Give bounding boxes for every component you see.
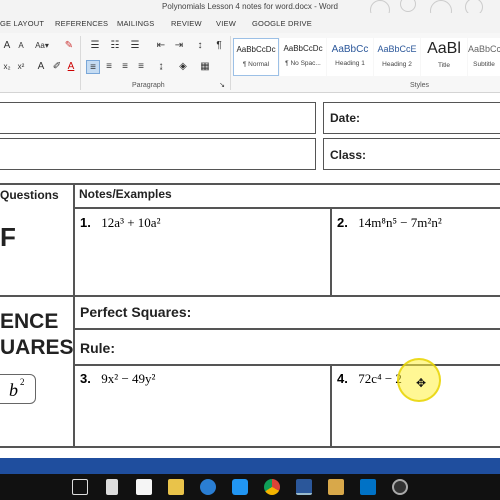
paragraph-group-label: Paragraph <box>132 82 165 89</box>
ie-icon[interactable] <box>232 479 248 495</box>
outlook-icon[interactable] <box>360 479 376 495</box>
superscript-icon[interactable]: x² <box>14 60 28 74</box>
table-bottom-border <box>0 446 500 448</box>
app-icon[interactable] <box>328 479 344 495</box>
increase-indent-icon[interactable]: ⇥ <box>172 39 186 53</box>
record-icon[interactable] <box>392 479 408 495</box>
date-label: Date: <box>330 111 361 125</box>
title-bar: Polynomials Lesson 4 notes for word.docx… <box>0 0 500 22</box>
styles-group-label: Styles <box>410 82 430 89</box>
problem-number: 3. <box>80 371 91 386</box>
clear-format-icon[interactable]: ✎ <box>62 39 76 53</box>
edge-icon[interactable] <box>200 479 216 495</box>
subscript-icon[interactable]: x₂ <box>0 60 14 74</box>
left-word-uares: UARES <box>0 336 74 359</box>
task-view-icon[interactable] <box>72 479 88 495</box>
problem-number: 1. <box>80 215 91 230</box>
date-box[interactable]: Date: <box>323 102 500 134</box>
tab-review[interactable]: REVIEW <box>171 19 202 28</box>
tab-google-drive[interactable]: GOOGLE DRIVE <box>252 19 312 28</box>
shading-icon[interactable]: ◈ <box>176 60 190 74</box>
rule-label: Rule: <box>80 340 115 356</box>
tab-references[interactable]: REFERENCES <box>55 19 108 28</box>
style-heading-1[interactable]: AaBbCc Heading 1 <box>327 38 373 76</box>
show-marks-icon[interactable]: ¶ <box>212 39 226 53</box>
tab-page-layout[interactable]: GE LAYOUT <box>0 19 44 28</box>
formula-exp: 2 <box>20 377 25 387</box>
class-box[interactable]: Class: <box>323 138 500 170</box>
ribbon: A A Aa▾ ✎ x₂ x² A ✐ A ☰ ☷ ☰ ⇤ ⇥ ↕ ¶ ≡ ≡ … <box>0 33 500 93</box>
perfect-squares-label: Perfect Squares: <box>80 304 192 320</box>
problem-expression: 12a³ + 10a² <box>101 215 161 230</box>
chrome-icon[interactable] <box>264 479 280 495</box>
problem-expression: 72c⁴ − 2 <box>358 371 402 386</box>
align-left-icon[interactable]: ≡ <box>86 60 100 74</box>
tab-view[interactable]: VIEW <box>216 19 236 28</box>
grow-font-icon[interactable]: A <box>0 39 14 53</box>
store-bag-icon[interactable] <box>136 479 152 495</box>
word-icon[interactable] <box>296 479 312 495</box>
notes-divider-2 <box>330 364 332 446</box>
style-title[interactable]: AaBl Title <box>421 38 467 76</box>
line-spacing-icon[interactable]: ↨ <box>154 60 168 74</box>
table-top-border <box>0 183 500 185</box>
class-label: Class: <box>330 148 367 162</box>
paragraph-launcher-icon[interactable]: ↘ <box>215 79 229 93</box>
left-letter-f: F <box>0 222 16 252</box>
tab-mailings[interactable]: MAILINGS <box>117 19 154 28</box>
multilevel-list-icon[interactable]: ☰ <box>128 39 142 53</box>
name-box[interactable] <box>0 102 316 134</box>
move-cursor-icon: ✥ <box>416 376 427 390</box>
borders-icon[interactable]: ▦ <box>198 60 212 74</box>
problem-expression: 14m⁸n⁵ − 7m²n² <box>358 215 442 230</box>
numbering-icon[interactable]: ☷ <box>108 39 122 53</box>
align-right-icon[interactable]: ≡ <box>118 60 132 74</box>
font-color-icon[interactable]: A <box>64 60 78 74</box>
ribbon-tabs: GE LAYOUT REFERENCES MAILINGS REVIEW VIE… <box>0 13 500 33</box>
problem-expression: 9x² − 49y² <box>101 371 156 386</box>
bullets-icon[interactable]: ☰ <box>88 39 102 53</box>
notes-header: Notes/Examples <box>79 187 172 201</box>
window-title: Polynomials Lesson 4 notes for word.docx… <box>162 2 338 11</box>
highlight-icon[interactable]: ✐ <box>50 60 64 74</box>
store-icon[interactable] <box>106 479 118 495</box>
decor-swirl-icon <box>400 0 416 12</box>
style-heading-2[interactable]: AaBbCcE Heading 2 <box>374 38 420 76</box>
style-no-spacing[interactable]: AaBbCcDc ¶ No Spac... <box>280 38 326 76</box>
problem-1: 1. 12a³ + 10a² <box>80 214 160 232</box>
problem-2: 2. 14m⁸n⁵ − 7m²n² <box>337 214 442 232</box>
style-normal[interactable]: AaBbCcDc ¶ Normal <box>233 38 279 76</box>
file-explorer-icon[interactable] <box>168 479 184 495</box>
formula-b: b <box>9 380 18 400</box>
column-divider <box>73 183 75 447</box>
period-box[interactable] <box>0 138 316 170</box>
document-page: Date: Class: Questions Notes/Examples F … <box>0 94 500 458</box>
justify-icon[interactable]: ≡ <box>134 60 148 74</box>
text-effects-icon[interactable]: A <box>34 60 48 74</box>
problem-3: 3. 9x² − 49y² <box>80 370 155 388</box>
problem-number: 4. <box>337 371 348 386</box>
left-word-ence: ENCE <box>0 310 59 333</box>
header-row-border <box>74 207 500 209</box>
row-border-2 <box>74 328 500 330</box>
problem-4: 4. 72c⁴ − 2 <box>337 370 402 388</box>
formula-box: b 2 <box>0 374 36 404</box>
row-border-1 <box>0 295 500 297</box>
shrink-font-icon[interactable]: A <box>14 39 28 53</box>
sort-icon[interactable]: ↕ <box>193 39 207 53</box>
notes-divider-1 <box>330 207 332 295</box>
change-case-icon[interactable]: Aa▾ <box>32 39 52 53</box>
style-subtitle[interactable]: AaBbCcD Subtitle <box>468 38 500 76</box>
decrease-indent-icon[interactable]: ⇤ <box>154 39 168 53</box>
align-center-icon[interactable]: ≡ <box>102 60 116 74</box>
questions-header: Questions <box>0 188 59 202</box>
problem-number: 2. <box>337 215 348 230</box>
